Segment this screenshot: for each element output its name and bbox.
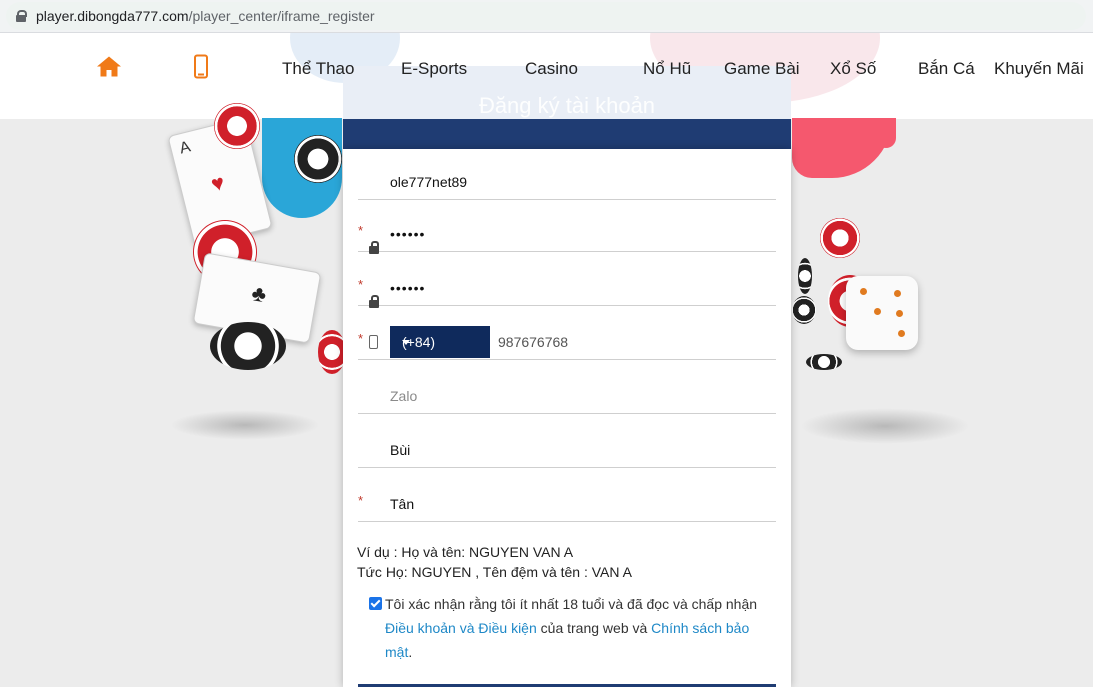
nav-item-khuyen-mai[interactable]: Khuyến Mãi [994,59,1084,79]
nav-item-no-hu[interactable]: Nổ Hũ [643,59,691,79]
poker-chip-red [214,103,260,149]
mobile-phone-icon[interactable] [194,54,208,84]
url-text[interactable]: player.dibongda777.com/player_center/ifr… [36,8,375,24]
required-mark: * [358,223,364,238]
required-mark: * [358,331,364,346]
nav-item-the-thao[interactable]: Thể Thao [282,59,354,79]
lock-icon[interactable] [16,10,27,22]
confirm-password-field[interactable]: * •••••• [358,255,776,306]
agree-text: Tôi xác nhận rằng tôi ít nhất 18 tuổi và… [385,596,758,660]
password-field[interactable]: * •••••• [358,201,776,252]
poker-chip-black [210,322,286,370]
last-name-value[interactable]: Bùi [390,442,410,458]
nav-item-xo-so[interactable]: Xổ Số [830,59,876,79]
zalo-placeholder[interactable]: Zalo [390,388,417,404]
phone-input[interactable]: 987676768 [498,334,568,350]
first-name-value[interactable]: Tân [390,496,414,512]
poker-chip-red [820,218,860,258]
dice [846,276,918,350]
registration-form: ole777net89 * •••••• * •••••• * (+84) 98… [343,149,791,687]
poker-chip-black [806,354,842,370]
required-mark: * [358,277,364,292]
caret-down-icon [402,340,410,345]
mobile-phone-icon [369,335,378,349]
poker-chip-black [798,258,812,294]
password-value[interactable]: •••••• [390,226,425,242]
poker-chip-black [294,135,342,183]
form-title: Đăng ký tài khoản [478,93,656,118]
last-name-field[interactable]: Bùi [358,417,776,468]
browser-address-bar: player.dibongda777.com/player_center/ifr… [0,0,1093,33]
ground-shadow [170,410,320,440]
url-field[interactable]: player.dibongda777.com/player_center/ifr… [6,2,1086,30]
required-mark: * [358,493,364,508]
poker-chip-red [318,330,346,374]
nav-item-game-bai[interactable]: Game Bài [724,59,800,79]
first-name-field[interactable]: * Tân [358,471,776,522]
confirm-password-value[interactable]: •••••• [390,280,425,296]
decor-pink-drop [876,118,896,148]
agree-checkbox[interactable] [369,597,382,610]
nav-item-casino[interactable]: Casino [525,59,578,79]
home-icon[interactable] [96,56,122,83]
country-code-select[interactable]: (+84) [390,326,490,358]
username-field[interactable]: ole777net89 [358,149,776,200]
nav-item-esports[interactable]: E-Sports [401,59,467,79]
zalo-field[interactable]: Zalo [358,363,776,414]
name-hint-line1: Ví dụ : Họ và tên: NGUYEN VAN A [357,544,574,560]
terms-link[interactable]: Điều khoản và Điều kiện [385,620,537,636]
poker-chip-black [792,296,816,324]
nav-item-ban-ca[interactable]: Bắn Cá [918,59,975,79]
username-value[interactable]: ole777net89 [390,174,467,190]
phone-field: * (+84) 987676768 [358,309,776,360]
ground-shadow [800,408,970,444]
name-hint-line2: Tức Họ: NGUYEN , Tên đệm và tên : VAN A [357,564,632,580]
